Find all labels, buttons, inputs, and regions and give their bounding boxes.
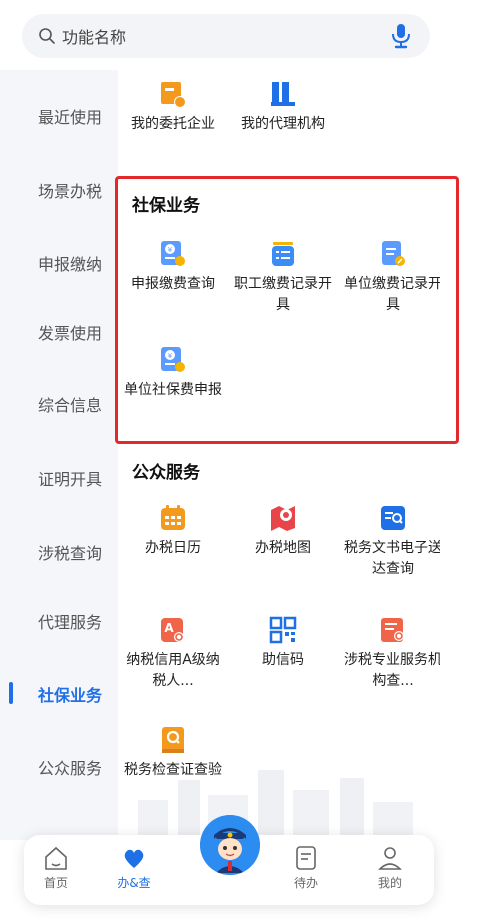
service-agency-icon [381,618,404,642]
tile-tax-map[interactable]: 办税地图 [228,504,338,559]
heart-icon [124,849,144,868]
microphone-icon[interactable] [390,23,412,49]
sidebar-item-tax-query[interactable]: 涉税查询 [0,537,118,567]
tile-label: 纳税信用A级纳税人... [126,652,220,689]
sidebar-item-declare-pay[interactable]: 申报缴纳 [0,248,118,278]
user-icon [378,847,402,870]
sidebar-item-info[interactable]: 综合信息 [0,389,118,419]
tile-label: 我的委托企业 [131,116,215,132]
tile-service-agency[interactable]: 涉税专业服务机构查... [338,616,440,692]
tile-label: 申报缴费查询 [131,276,215,292]
search-icon [39,28,55,44]
tile-credit-a[interactable]: A 纳税信用A级纳税人... [118,616,228,692]
employee-record-icon [272,242,294,266]
section-title-social-security: 社保业务 [132,196,200,216]
tab-label: 办&查 [117,876,151,890]
svg-text:¥: ¥ [168,246,173,254]
tile-label: 助信码 [262,652,304,668]
section-title-public-service: 公众服务 [132,463,200,483]
tile-payment-query[interactable]: ¥ 申报缴费查询 [118,240,228,295]
tile-label: 办税日历 [145,540,201,556]
svg-text:A: A [164,621,174,635]
sidebar-item-recent[interactable]: 最近使用 [0,101,118,131]
content-panel: 我的委托企业 我的代理机构 社保业务 ¥ 申报缴费查询 职工缴费记录开具 单位缴… [118,70,440,850]
todo-icon [296,846,316,870]
sidebar-item-certificate[interactable]: 证明开具 [0,463,118,493]
tile-employee-record[interactable]: 职工缴费记录开具 [228,240,338,316]
inspection-cert-icon [162,727,184,753]
tile-tax-calendar[interactable]: 办税日历 [118,504,228,559]
tab-todo[interactable]: 待办 [276,845,336,891]
tile-label: 办税地图 [255,540,311,556]
tile-label: 我的代理机构 [241,116,325,132]
svg-text:¥: ¥ [168,352,173,360]
tab-mine[interactable]: 我的 [360,845,420,891]
tile-label: 单位缴费记录开具 [344,276,440,313]
unit-declare-icon: ¥ [161,347,185,372]
entrust-enterprise-icon [161,82,186,108]
unit-record-icon [382,241,405,266]
sidebar-item-social-security[interactable]: 社保业务 [0,679,118,709]
tile-unit-record[interactable]: 单位缴费记录开具 [338,240,440,316]
tab-label: 我的 [377,876,402,890]
assistant-avatar-icon [200,815,260,875]
tile-credit-code[interactable]: 助信码 [228,616,338,671]
sidebar-item-agency[interactable]: 代理服务 [0,606,118,636]
tile-document-delivery[interactable]: 税务文书电子送达查询 [338,504,440,580]
tile-entrust-enterprise[interactable]: 我的委托企业 [118,80,228,135]
credit-rating-icon: A [161,618,184,642]
tab-label: 待办 [293,876,318,890]
document-search-icon [381,506,405,530]
agency-icon [271,82,295,106]
search-bar[interactable]: 功能名称 [22,14,430,58]
search-placeholder: 功能名称 [62,28,127,47]
city-skyline-decoration [138,770,413,840]
calendar-icon [161,505,185,530]
sidebar-item-scenario[interactable]: 场景办税 [0,175,118,205]
tab-label: 首页 [43,876,68,890]
assistant-avatar-button[interactable] [200,815,260,875]
tab-handle-query[interactable]: 办&查 [104,845,164,891]
home-icon [45,846,67,870]
tile-label: 职工缴费记录开具 [234,276,332,313]
tile-unit-declare[interactable]: ¥ 单位社保费申报 [118,346,228,401]
tab-home[interactable]: 首页 [26,845,86,891]
tile-label: 涉税专业服务机构查... [344,652,440,689]
sidebar-item-invoice[interactable]: 发票使用 [0,317,118,347]
qr-code-icon [269,616,297,644]
tile-agency[interactable]: 我的代理机构 [228,80,338,135]
sidebar-item-public-service[interactable]: 公众服务 [0,752,118,782]
tile-label: 税务文书电子送达查询 [344,540,440,577]
payment-query-icon: ¥ [161,241,185,266]
tile-label: 单位社保费申报 [124,382,222,398]
map-icon [271,506,295,531]
